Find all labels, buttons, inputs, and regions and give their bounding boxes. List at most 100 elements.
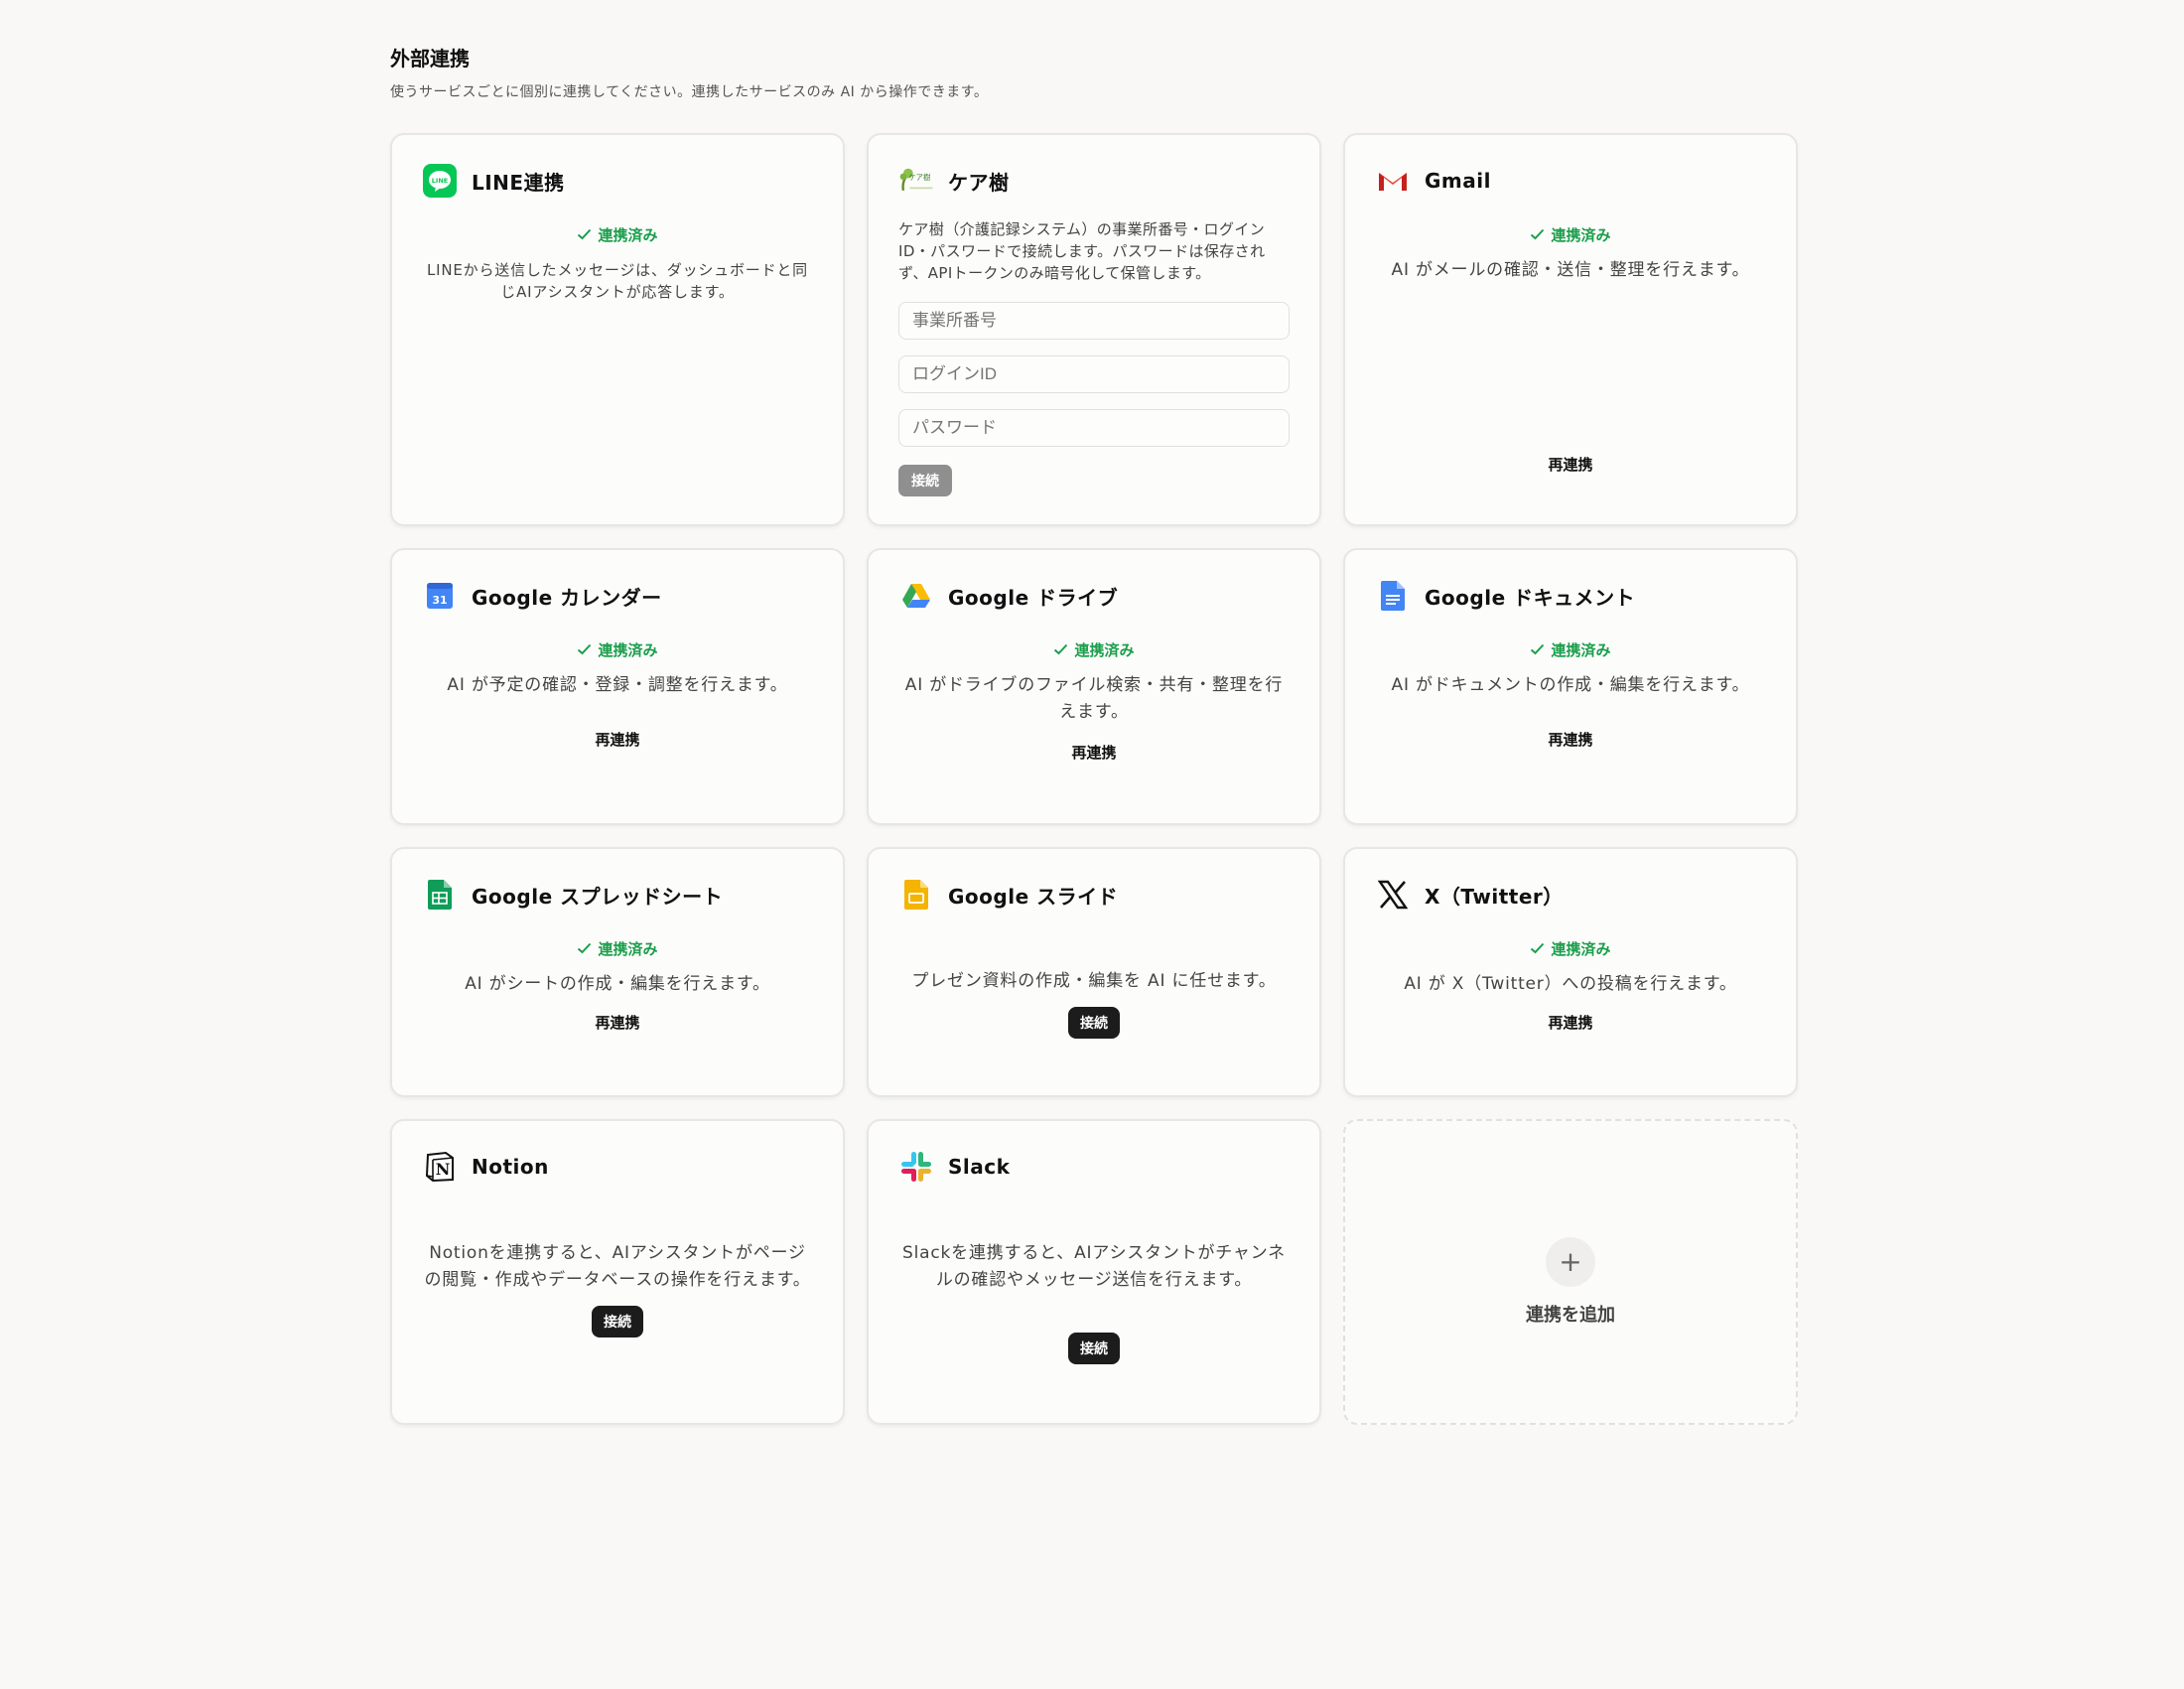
card-header: X（Twitter） xyxy=(1375,877,1766,913)
card-google-drive: Google ドライブ 連携済み AI がドライブのファイル検索・共有・整理を行… xyxy=(867,548,1321,825)
plus-icon: + xyxy=(1546,1237,1595,1287)
connected-status: 連携済み xyxy=(422,639,813,660)
card-title: Gmail xyxy=(1425,169,1491,193)
card-header: Google スプレッドシート xyxy=(422,877,813,913)
card-title: Google スライド xyxy=(948,884,1119,909)
card-title: Google ドキュメント xyxy=(1425,585,1636,610)
card-title: Google ドライブ xyxy=(948,585,1119,610)
status-label: 連携済み xyxy=(1551,226,1611,244)
reconnect-button[interactable]: 再連携 xyxy=(1548,1012,1592,1033)
check-icon xyxy=(577,226,592,244)
google-drive-icon xyxy=(898,578,934,614)
card-header: ケア樹 ケア樹 xyxy=(898,163,1290,199)
google-slides-icon xyxy=(898,877,934,913)
card-google-calendar: 31 Google カレンダー 連携済み AI が予定の確認・登録・調整を行えま… xyxy=(390,548,845,825)
card-line: LINE LINE連携 連携済み LINEから送信したメッセージは、ダッシュボー… xyxy=(390,133,845,526)
x-logo-icon xyxy=(1375,877,1411,913)
card-description: Notionを連携すると、AIアシスタントがページの閲覧・作成やデータベースの操… xyxy=(424,1243,811,1290)
connected-status: 連携済み xyxy=(898,639,1290,660)
card-careju: ケア樹 ケア樹 ケア樹（介護記録システム）の事業所番号・ログインID・パスワード… xyxy=(867,133,1321,526)
card-header: Gmail xyxy=(1375,163,1766,199)
connected-status: 連携済み xyxy=(422,224,813,245)
card-title: LINE連携 xyxy=(472,170,565,195)
connect-button[interactable]: 接続 xyxy=(898,465,952,496)
reconnect-button[interactable]: 再連携 xyxy=(1548,729,1592,750)
google-docs-icon xyxy=(1375,578,1411,614)
card-description: プレゼン資料の作成・編集を AI に任せます。 xyxy=(911,971,1277,991)
status-label: 連携済み xyxy=(1551,641,1611,659)
card-description: AI がドキュメントの作成・編集を行えます。 xyxy=(1391,675,1750,695)
svg-text:31: 31 xyxy=(432,594,447,607)
svg-text:N: N xyxy=(436,1160,451,1179)
card-google-sheets: Google スプレッドシート 連携済み AI がシートの作成・編集を行えます。… xyxy=(390,847,845,1097)
card-header: Google ドキュメント xyxy=(1375,578,1766,614)
reconnect-button[interactable]: 再連携 xyxy=(595,1012,639,1033)
card-notion: N Notion Notionを連携すると、AIアシスタントがページの閲覧・作成… xyxy=(390,1119,845,1425)
card-description: AI がドライブのファイル検索・共有・整理を行えます。 xyxy=(904,675,1284,722)
card-google-slides: Google スライド プレゼン資料の作成・編集を AI に任せます。 接続 xyxy=(867,847,1321,1097)
reconnect-button[interactable]: 再連携 xyxy=(1071,742,1116,763)
add-integration-label: 連携を追加 xyxy=(1526,1305,1615,1326)
google-calendar-icon: 31 xyxy=(422,578,458,614)
connect-button[interactable]: 接続 xyxy=(1068,1007,1120,1039)
card-description: ケア樹（介護記録システム）の事業所番号・ログインID・パスワードで接続します。パ… xyxy=(898,220,1266,282)
google-sheets-icon xyxy=(422,877,458,913)
svg-text:ケア樹: ケア樹 xyxy=(908,173,931,182)
reconnect-button[interactable]: 再連携 xyxy=(1548,454,1592,475)
check-icon xyxy=(1530,226,1545,244)
card-title: Notion xyxy=(472,1155,549,1179)
check-icon xyxy=(1053,641,1068,659)
status-label: 連携済み xyxy=(1074,641,1135,659)
card-x-twitter: X（Twitter） 連携済み AI が X（Twitter）への投稿を行えます… xyxy=(1343,847,1798,1097)
status-label: 連携済み xyxy=(598,940,658,958)
card-description: AI がシートの作成・編集を行えます。 xyxy=(465,974,770,994)
gmail-icon xyxy=(1375,163,1411,199)
card-title: ケア樹 xyxy=(948,170,1010,195)
card-title: X（Twitter） xyxy=(1425,884,1564,909)
notion-icon: N xyxy=(422,1149,458,1185)
card-header: N Notion xyxy=(422,1149,813,1185)
connected-status: 連携済み xyxy=(1375,938,1766,959)
card-header: LINE LINE連携 xyxy=(422,163,813,199)
reconnect-button[interactable]: 再連携 xyxy=(595,729,639,750)
card-description: Slackを連携すると、AIアシスタントがチャンネルの確認やメッセージ送信を行え… xyxy=(902,1243,1286,1290)
status-label: 連携済み xyxy=(598,641,658,659)
add-integration-card[interactable]: + 連携を追加 xyxy=(1343,1119,1798,1425)
check-icon xyxy=(1530,940,1545,958)
card-description: AI が予定の確認・登録・調整を行えます。 xyxy=(447,675,788,695)
card-title: Google スプレッドシート xyxy=(472,884,724,909)
card-description: LINEから送信したメッセージは、ダッシュボードと同じAIアシスタントが応答しま… xyxy=(427,261,808,301)
card-header: 31 Google カレンダー xyxy=(422,578,813,614)
careju-logo: ケア樹 xyxy=(898,163,934,199)
connected-status: 連携済み xyxy=(422,938,813,959)
card-description: AI がメールの確認・送信・整理を行えます。 xyxy=(1391,260,1750,280)
card-title: Slack xyxy=(948,1155,1011,1179)
card-gmail: Gmail 連携済み AI がメールの確認・送信・整理を行えます。 再連携 xyxy=(1343,133,1798,526)
page-subtitle: 使うサービスごとに個別に連携してください。連携したサービスのみ AI から操作で… xyxy=(390,84,989,100)
line-icon: LINE xyxy=(422,163,458,199)
svg-text:LINE: LINE xyxy=(432,177,448,185)
card-header: Google ドライブ xyxy=(898,578,1290,614)
integrations-page: 外部連携 使うサービスごとに個別に連携してください。連携したサービスのみ AI … xyxy=(390,44,1800,1425)
login-id-field[interactable] xyxy=(898,355,1290,393)
integration-grid: LINE LINE連携 連携済み LINEから送信したメッセージは、ダッシュボー… xyxy=(390,133,1800,1425)
connect-button[interactable]: 接続 xyxy=(1068,1333,1120,1364)
password-field[interactable] xyxy=(898,409,1290,447)
card-title: Google カレンダー xyxy=(472,585,662,610)
card-description: AI が X（Twitter）への投稿を行えます。 xyxy=(1404,974,1737,994)
status-label: 連携済み xyxy=(598,226,658,244)
check-icon xyxy=(577,641,592,659)
connected-status: 連携済み xyxy=(1375,224,1766,245)
connected-status: 連携済み xyxy=(1375,639,1766,660)
check-icon xyxy=(577,940,592,958)
check-icon xyxy=(1530,641,1545,659)
connect-button[interactable]: 接続 xyxy=(592,1306,643,1337)
card-google-docs: Google ドキュメント 連携済み AI がドキュメントの作成・編集を行えます… xyxy=(1343,548,1798,825)
office-number-field[interactable] xyxy=(898,302,1290,340)
status-label: 連携済み xyxy=(1551,940,1611,958)
card-slack: Slack Slackを連携すると、AIアシスタントがチャンネルの確認やメッセー… xyxy=(867,1119,1321,1425)
card-header: Slack xyxy=(898,1149,1290,1185)
page-title: 外部連携 xyxy=(390,47,470,70)
card-header: Google スライド xyxy=(898,877,1290,913)
slack-icon xyxy=(898,1149,934,1185)
